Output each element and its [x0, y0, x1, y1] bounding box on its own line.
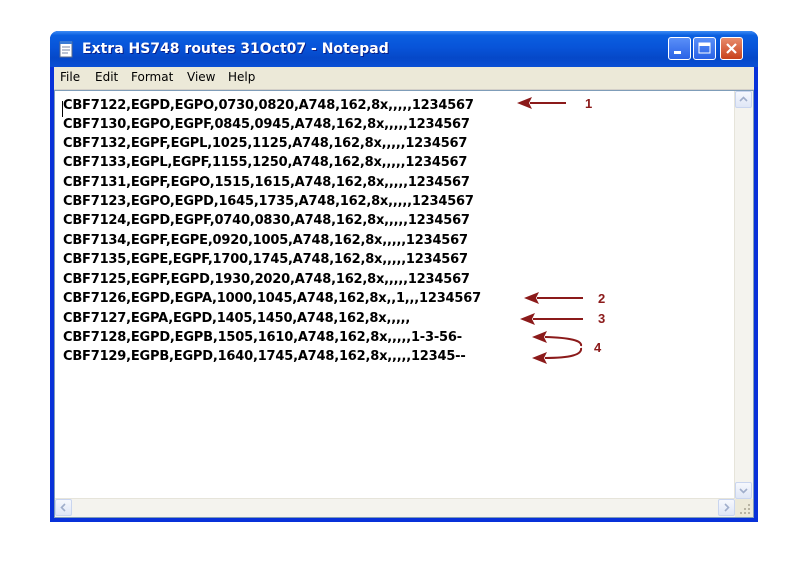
- annotation-label-2: 2: [598, 291, 606, 306]
- annotation-overlay: [517, 97, 583, 364]
- annotation-arrowhead: [532, 352, 547, 364]
- annotation-arrow: [544, 336, 583, 347]
- annotation-arrowhead: [532, 331, 547, 343]
- annotation-arrowhead: [520, 313, 535, 325]
- annotation-label-4: 4: [594, 340, 602, 355]
- annotation-label-3: 3: [598, 311, 606, 326]
- annotation-label-1: 1: [585, 96, 593, 111]
- annotation-arrowhead: [517, 97, 532, 109]
- annotation-arrow: [544, 347, 583, 359]
- annotation-arrowhead: [524, 292, 539, 304]
